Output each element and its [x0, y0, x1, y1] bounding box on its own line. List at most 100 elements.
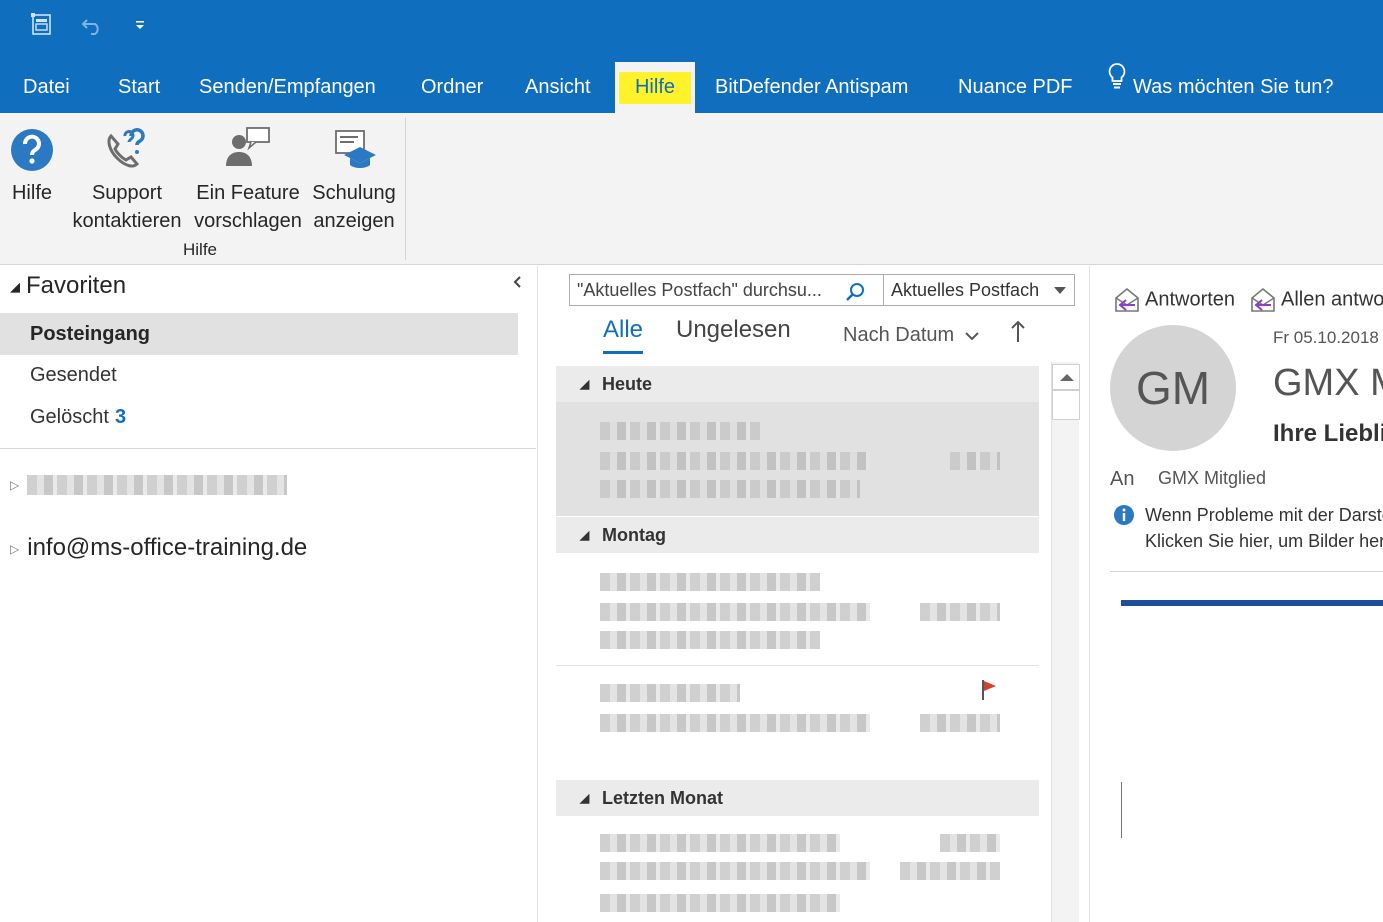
account-name: info@ms-office-training.de	[27, 534, 308, 561]
group-header-letzten-monat[interactable]: ◢ Letzten Monat	[556, 780, 1039, 816]
redacted-time	[920, 714, 1000, 732]
minimize-pane-icon[interactable]	[512, 274, 522, 293]
help-icon	[0, 121, 64, 179]
redacted-preview	[600, 480, 860, 498]
avatar[interactable]: GM	[1110, 325, 1236, 451]
ribbon-group-label: Hilfe	[182, 240, 217, 259]
undo-icon[interactable]	[78, 10, 108, 40]
message-body-banner	[1121, 600, 1383, 606]
info-icon	[1113, 504, 1135, 533]
favorites-label: Favoriten	[26, 272, 127, 299]
tab-datei[interactable]: Datei	[23, 62, 70, 113]
scrollbar-thumb[interactable]	[1052, 390, 1080, 420]
search-icon[interactable]	[845, 281, 865, 311]
tell-me-box[interactable]: Was möchten Sie tun?	[1107, 62, 1333, 113]
lightbulb-icon	[1107, 59, 1127, 110]
title-bar: Datei Start Senden/Empfangen Ordner Ansi…	[0, 0, 1383, 113]
folder-separator	[0, 448, 536, 449]
chevron-down-icon	[1054, 287, 1066, 294]
show-training-label-1: Schulung	[312, 182, 396, 204]
support-phone-icon	[68, 121, 186, 179]
folder-pane: ◢ Favoriten Posteingang Gesendet Gelöscht…	[0, 266, 538, 922]
ribbon-group-separator	[405, 118, 406, 260]
redacted-sender	[600, 422, 760, 440]
filter-unread[interactable]: Ungelesen	[676, 316, 791, 344]
message-subject: Ihre Lieblingsthemen	[1273, 420, 1383, 447]
info-line-2: Klicken Sie hier, um Bilder herunterzula…	[1145, 531, 1383, 551]
group-header-heute[interactable]: ◢ Heute	[556, 366, 1039, 402]
redacted-sender	[600, 834, 840, 852]
show-training-button[interactable]: Schulung anzeigen	[308, 121, 400, 235]
account-info-ms-office-training[interactable]: ▷ info@ms-office-training.de	[10, 534, 307, 562]
list-item[interactable]	[556, 816, 1039, 922]
flag-icon[interactable]	[980, 678, 1000, 700]
filter-all[interactable]: Alle	[603, 316, 644, 354]
redacted-subject	[600, 862, 870, 880]
redacted-account-name	[27, 474, 288, 495]
reply-icon	[1115, 287, 1139, 312]
unread-count-badge: 3	[114, 406, 127, 428]
header-separator	[1110, 571, 1383, 572]
reply-all-icon	[1251, 287, 1275, 312]
redacted-subject	[600, 714, 870, 732]
redacted-badge	[940, 834, 1000, 852]
show-training-label-2: anzeigen	[313, 210, 395, 232]
tab-bitdefender-antispam[interactable]: BitDefender Antispam	[715, 62, 908, 113]
folder-gesendet[interactable]: Gesendet	[0, 354, 518, 396]
folder-posteingang[interactable]: Posteingang	[0, 313, 518, 355]
message-list-pane: "Aktuelles Postfach" durchsu... Aktuelle…	[539, 266, 1090, 922]
contact-support-button[interactable]: Support kontaktieren	[68, 121, 186, 235]
tab-senden-empfangen[interactable]: Senden/Empfangen	[199, 62, 376, 113]
tab-hilfe[interactable]: Hilfe	[615, 62, 695, 113]
list-item[interactable]	[556, 553, 1039, 665]
account-redacted[interactable]: ▷	[10, 470, 288, 498]
message-sender[interactable]: GMX Magazin	[1273, 362, 1383, 405]
to-label: An	[1110, 468, 1135, 490]
to-recipient[interactable]: GMX Mitglied	[1158, 468, 1266, 489]
customize-qat-icon[interactable]	[128, 10, 152, 40]
redacted-subject	[600, 603, 870, 621]
redacted-sender	[600, 573, 820, 591]
help-button[interactable]: Hilfe	[0, 121, 64, 207]
collapse-triangle-icon: ◢	[10, 278, 20, 294]
redacted-time	[950, 452, 1000, 470]
info-bar[interactable]: Wenn Probleme mit der Darstellung Klicke…	[1113, 502, 1383, 554]
suggest-feature-button[interactable]: Ein Feature vorschlagen	[192, 121, 304, 235]
list-item[interactable]	[556, 402, 1039, 516]
info-line-1: Wenn Probleme mit der Darstellung	[1145, 505, 1383, 525]
redacted-subject	[600, 452, 870, 470]
redacted-sender	[600, 684, 740, 702]
contact-support-label-1: Support	[91, 182, 163, 204]
search-scope-dropdown[interactable]: Aktuelles Postfach	[883, 274, 1075, 306]
expand-caret-icon: ▷	[10, 477, 20, 492]
message-list-scrollbar[interactable]	[1051, 362, 1080, 922]
list-item[interactable]	[556, 666, 1039, 776]
text-cursor	[1121, 782, 1122, 838]
ribbon: Hilfe Support kontaktieren Ein Feature v…	[0, 113, 1383, 265]
sort-by-date-dropdown[interactable]: Nach Datum	[843, 324, 980, 347]
contact-support-label-2: kontaktieren	[72, 210, 182, 232]
feature-suggest-icon	[192, 121, 304, 179]
search-placeholder: "Aktuelles Postfach" durchsu...	[577, 280, 822, 300]
tab-ordner[interactable]: Ordner	[421, 62, 483, 113]
folder-geloescht[interactable]: Gelöscht 3	[0, 396, 518, 438]
training-icon	[308, 121, 400, 179]
tab-nuance-pdf[interactable]: Nuance PDF	[958, 62, 1073, 113]
group-header-montag[interactable]: ◢ Montag	[556, 517, 1039, 553]
redacted-time	[900, 862, 1000, 880]
tab-start[interactable]: Start	[118, 62, 160, 113]
suggest-feature-label-2: vorschlagen	[194, 210, 302, 232]
sort-direction-icon[interactable]	[1011, 320, 1025, 350]
scroll-up-arrow-icon[interactable]	[1052, 364, 1080, 390]
reading-pane: Antworten Allen antworten GM Fr 05.10.20…	[1091, 266, 1383, 922]
search-input[interactable]: "Aktuelles Postfach" durchsu...	[569, 274, 884, 306]
suggest-feature-label-1: Ein Feature	[196, 182, 300, 204]
send-receive-icon[interactable]	[27, 10, 57, 40]
tab-ansicht[interactable]: Ansicht	[525, 62, 591, 113]
redacted-preview	[600, 631, 820, 649]
reply-all-button[interactable]: Allen antworten	[1249, 286, 1383, 314]
help-button-label: Hilfe	[11, 182, 52, 204]
favorites-header[interactable]: ◢ Favoriten	[10, 272, 126, 300]
message-date: Fr 05.10.2018	[1273, 328, 1379, 347]
reply-button[interactable]: Antworten	[1113, 286, 1235, 314]
